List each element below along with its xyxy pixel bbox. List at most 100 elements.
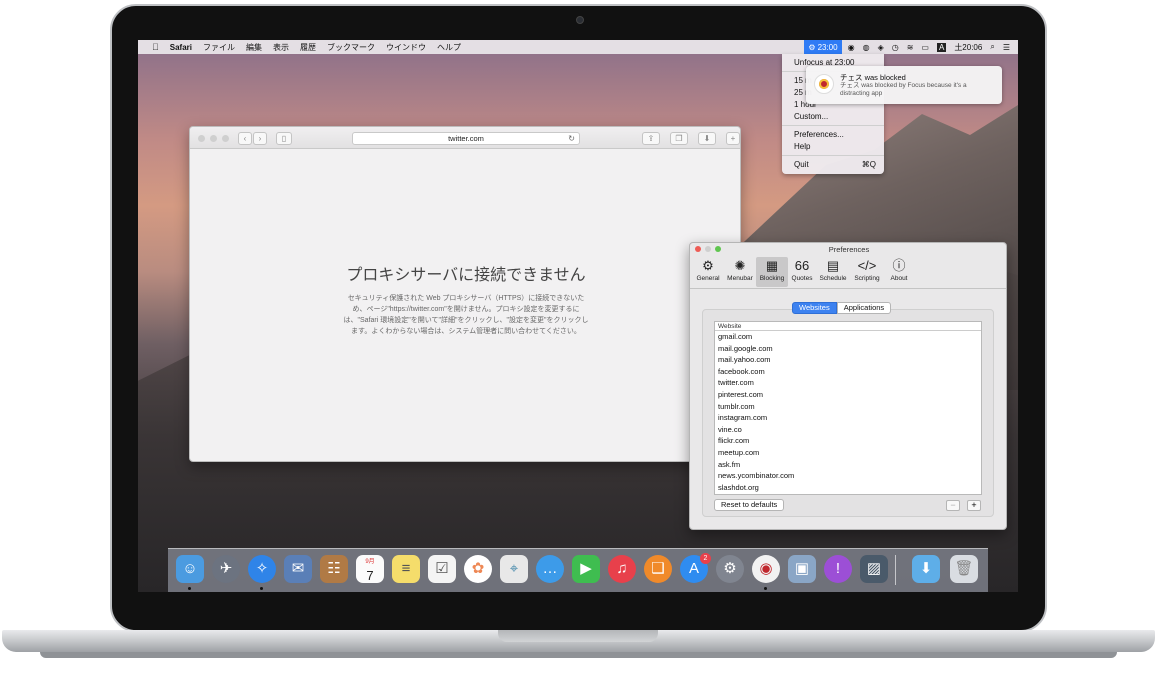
menubar-clock[interactable]: 土20:06 [954, 42, 982, 53]
contacts-icon[interactable]: ☷ [320, 555, 348, 583]
zoom-button[interactable] [222, 135, 229, 142]
list-item[interactable]: gmail.com [715, 331, 981, 343]
safari-icon[interactable]: ✧ [248, 555, 276, 583]
tab-general[interactable]: ⚙ General [692, 257, 724, 287]
gear-icon: ⚙ [702, 258, 714, 273]
minimize-button[interactable] [210, 135, 217, 142]
sidebar-icon[interactable]: ▯ [276, 132, 292, 145]
notification-body: チェス was blocked by Focus because it's a … [840, 82, 967, 97]
new-tab-button[interactable]: + [726, 132, 740, 145]
list-item[interactable]: vine.co [715, 424, 981, 436]
list-item[interactable]: tumblr.com [715, 401, 981, 413]
menu-bookmarks[interactable]: ブックマーク [327, 42, 375, 53]
wifi-icon[interactable]: ≋ [907, 43, 914, 52]
tab-scripting-label: Scripting [854, 275, 880, 282]
column-header[interactable]: Website [715, 322, 981, 331]
focus-dock-icon[interactable]: ◉ [752, 555, 780, 583]
url-text: twitter.com [448, 134, 484, 143]
launchpad-icon[interactable]: ✈ [212, 555, 240, 583]
battery-icon[interactable]: ▭ [921, 43, 929, 52]
menu-help[interactable]: ヘルプ [437, 42, 461, 53]
notification-center-icon[interactable]: ☰ [1003, 43, 1010, 52]
list-item[interactable]: mail.google.com [715, 343, 981, 355]
ibooks-icon[interactable]: ❑ [644, 555, 672, 583]
tab-menubar[interactable]: ✺ Menubar [724, 257, 756, 287]
quote-icon: 66 [794, 258, 810, 273]
dock-separator [895, 555, 896, 585]
remove-site-button[interactable]: − [946, 500, 960, 511]
menu-file[interactable]: ファイル [203, 42, 235, 53]
menu-help-item[interactable]: Help [794, 142, 810, 151]
mail-icon[interactable]: ✉ [284, 555, 312, 583]
list-item[interactable]: flickr.com [715, 435, 981, 447]
list-item[interactable]: slashdot.org [715, 482, 981, 494]
list-item[interactable]: twitter.com [715, 377, 981, 389]
tab-about[interactable]: ⓘ About [884, 257, 914, 287]
focus-menubar-button[interactable]: ⚙ 23:00 [804, 40, 842, 54]
tab-scripting[interactable]: </> Scripting [850, 257, 884, 287]
tab-blocking[interactable]: ▦ Blocking [756, 257, 788, 287]
list-item[interactable]: meetup.com [715, 447, 981, 459]
share-icon[interactable]: ⇪ [642, 132, 660, 145]
tab-quotes[interactable]: 66 Quotes [788, 257, 816, 287]
alert-app-icon[interactable]: ! [824, 555, 852, 583]
segment-websites[interactable]: Websites [792, 302, 837, 314]
menu-quit[interactable]: Quit [794, 160, 809, 169]
menu-window[interactable]: ウインドウ [386, 42, 426, 53]
list-item[interactable]: mail.yahoo.com [715, 354, 981, 366]
calendar-icon[interactable]: 9月 7 [356, 555, 384, 583]
tab-schedule[interactable]: ▤ Schedule [816, 257, 850, 287]
screenshot-app-icon[interactable]: ▨ [860, 555, 888, 583]
status-icon-2[interactable]: ◍ [863, 43, 870, 52]
close-button[interactable] [198, 135, 205, 142]
preview-icon[interactable]: ▣ [788, 555, 816, 583]
list-item[interactable]: news.ycombinator.com [715, 470, 981, 482]
blocked-notification[interactable]: チェス was blocked チェス was blocked by Focus… [806, 66, 1002, 104]
tab-quotes-label: Quotes [791, 275, 813, 282]
downloads-icon[interactable]: ⬇ [698, 132, 716, 145]
time-machine-icon[interactable]: ◷ [892, 43, 899, 52]
apple-menu-icon[interactable]:  [152, 42, 159, 52]
photos-icon[interactable]: ✿ [464, 555, 492, 583]
finder-icon[interactable]: ☺ [176, 555, 204, 583]
error-title: プロキシサーバに接続できません [346, 267, 586, 284]
trash-icon[interactable]: 🗑 [950, 555, 978, 583]
menu-history[interactable]: 履歴 [300, 42, 316, 53]
laptop-foot [40, 652, 1117, 658]
list-item[interactable]: instagram.com [715, 412, 981, 424]
menu-separator [782, 155, 884, 156]
maps-icon[interactable]: ⌖ [500, 555, 528, 583]
menu-edit[interactable]: 編集 [246, 42, 262, 53]
menu-app-name[interactable]: Safari [170, 43, 192, 52]
list-item[interactable]: pinterest.com [715, 389, 981, 401]
menu-view[interactable]: 表示 [273, 42, 289, 53]
reload-icon[interactable]: ↻ [568, 133, 575, 144]
spotlight-icon[interactable]: ⌕ [990, 42, 994, 52]
address-bar[interactable]: twitter.com ↻ [352, 132, 580, 145]
segment-applications[interactable]: Applications [836, 302, 892, 314]
forward-button[interactable]: › [253, 132, 267, 145]
notes-icon[interactable]: ≡ [392, 555, 420, 583]
camera [576, 16, 584, 24]
prefs-toolbar: ⚙ General ✺ Menubar ▦ Blocking 66 Quotes… [690, 255, 1006, 289]
back-button[interactable]: ‹ [238, 132, 252, 145]
facetime-icon[interactable]: ▶ [572, 555, 600, 583]
status-icon-1[interactable]: ◉ [848, 43, 855, 52]
tabs-icon[interactable]: ❐ [670, 132, 688, 145]
downloads-folder-icon[interactable]: ⬇ [912, 555, 940, 583]
list-item[interactable]: ask.fm [715, 459, 981, 471]
reset-defaults-button[interactable]: Reset to defaults [714, 499, 785, 511]
system-preferences-icon[interactable]: ⚙ [716, 555, 744, 583]
menu-custom[interactable]: Custom... [794, 112, 828, 121]
input-source-icon[interactable]: A [936, 42, 947, 52]
list-item[interactable]: facebook.com [715, 366, 981, 378]
app-store-badge: 2 [700, 553, 711, 564]
dropbox-icon[interactable]: ◈ [878, 43, 884, 52]
itunes-icon[interactable]: ♫ [608, 555, 636, 583]
messages-icon[interactable]: … [536, 555, 564, 583]
add-site-button[interactable]: + [967, 500, 981, 511]
website-list[interactable]: Website gmail.com mail.google.com mail.y… [714, 321, 982, 495]
reminders-icon[interactable]: ☑ [428, 555, 456, 583]
menu-preferences[interactable]: Preferences... [794, 130, 844, 139]
quit-shortcut: ⌘Q [861, 160, 876, 169]
